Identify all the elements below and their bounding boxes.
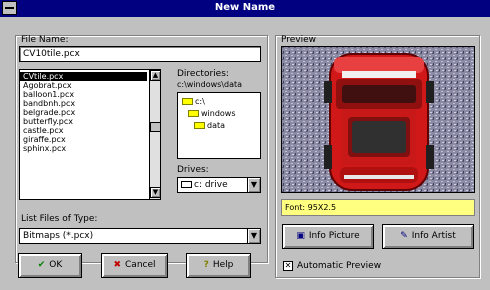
directories-path: c:\windows\data	[177, 80, 243, 89]
file-list-item[interactable]: bandbnh.pcx	[20, 99, 147, 108]
dir-item-root[interactable]: c:\	[182, 97, 205, 106]
preview-label: Preview	[281, 35, 317, 45]
directory-list[interactable]: c:\ windows data	[177, 92, 261, 159]
info-picture-button[interactable]: ▣ Info Picture	[282, 224, 374, 249]
scroll-up-button[interactable]: ▲	[150, 70, 160, 81]
cancel-button[interactable]: ✖ Cancel	[101, 253, 168, 278]
folder-open-icon	[188, 110, 199, 117]
file-list-item[interactable]: butterfly.pcx	[20, 117, 147, 126]
preview-image	[281, 46, 475, 193]
file-list-item[interactable]: giraffe.pcx	[20, 135, 147, 144]
car-preview-image	[282, 47, 474, 192]
file-type-label: List Files of Type:	[21, 214, 98, 224]
file-list-item[interactable]: balloon1.pcx	[20, 90, 147, 99]
scroll-thumb[interactable]	[150, 122, 160, 132]
dir-item-data[interactable]: data	[194, 121, 225, 130]
ok-button[interactable]: ✔ OK	[18, 253, 82, 278]
scroll-down-button[interactable]: ▼	[150, 187, 160, 198]
picture-icon: ▣	[296, 231, 305, 241]
info-artist-button[interactable]: ✎ Info Artist	[382, 224, 474, 249]
file-name-input[interactable]: CV10tile.pcx	[19, 46, 261, 62]
drive-icon	[181, 181, 192, 188]
automatic-preview-label: Automatic Preview	[297, 261, 382, 271]
help-icon: ?	[203, 260, 209, 270]
file-list[interactable]: CVtile.pcx Agobrat.pcx balloon1.pcx bandbnh…	[19, 69, 161, 200]
preview-status: Font: 95X2.5	[281, 199, 475, 216]
cross-icon: ✖	[113, 260, 122, 270]
directories-label: Directories:	[177, 69, 229, 79]
file-list-scrollbar[interactable]: ▲ ▼	[149, 70, 160, 199]
dir-item-windows[interactable]: windows	[188, 109, 236, 118]
file-list-item[interactable]: castle.pcx	[20, 126, 147, 135]
window-title: New Name	[214, 2, 276, 13]
chevron-down-icon[interactable]: ▼	[247, 178, 260, 192]
drives-select[interactable]: c: drive ▼	[177, 177, 261, 193]
file-type-select[interactable]: Bitmaps (*.pcx) ▼	[19, 228, 261, 244]
drives-label: Drives:	[177, 165, 209, 175]
file-list-item[interactable]: sphinx.pcx	[20, 144, 147, 153]
checkmark-icon: ✔	[37, 260, 46, 270]
help-button[interactable]: ? Help	[186, 253, 251, 278]
file-list-item[interactable]: CVtile.pcx	[20, 72, 147, 81]
title-bar[interactable]: New Name	[0, 0, 490, 17]
file-list-item[interactable]: Agobrat.pcx	[20, 81, 147, 90]
chevron-down-icon[interactable]: ▼	[247, 229, 260, 243]
automatic-preview-checkbox[interactable]: ✕	[283, 261, 293, 271]
artist-icon: ✎	[400, 231, 408, 241]
file-name-label: File Name:	[21, 35, 69, 45]
file-list-item[interactable]: belgrade.pcx	[20, 108, 147, 117]
folder-open-icon	[194, 122, 205, 129]
folder-open-icon	[182, 98, 193, 105]
